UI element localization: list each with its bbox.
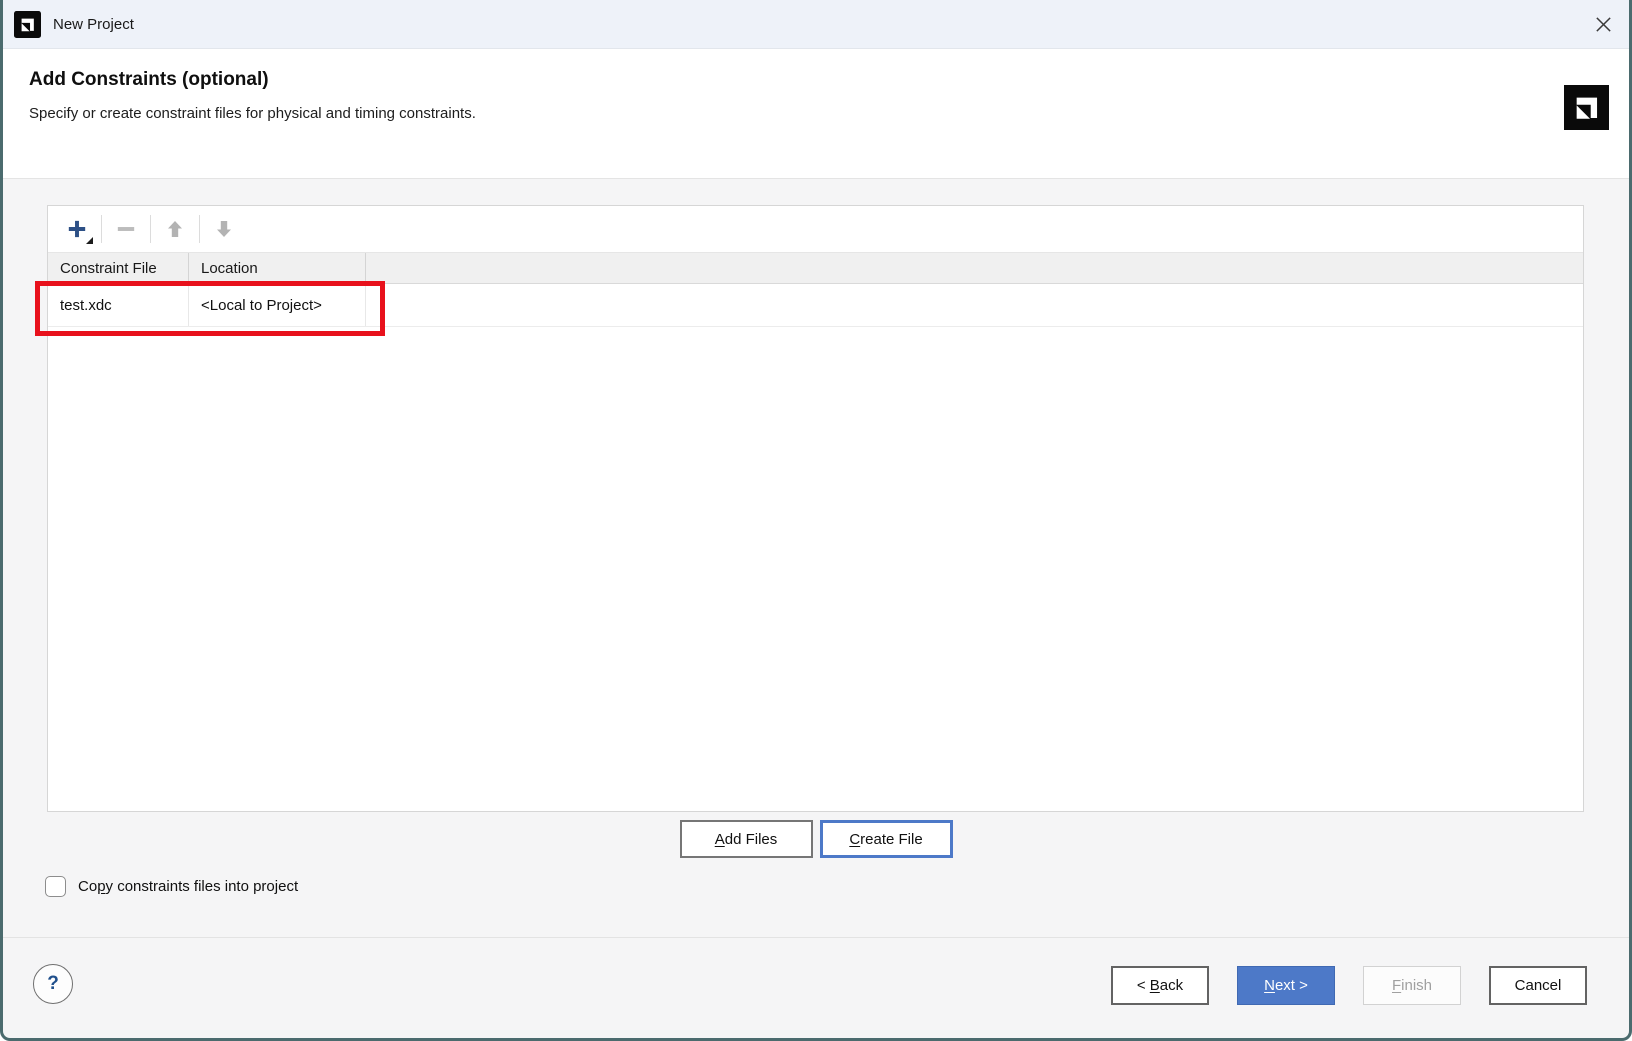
dropdown-caret-icon: [86, 237, 93, 244]
column-header-constraint-file[interactable]: Constraint File: [48, 253, 189, 283]
cell-location: <Local to Project>: [189, 284, 366, 326]
next-button[interactable]: Next >: [1237, 966, 1335, 1005]
remove-constraint-button: [105, 210, 147, 248]
column-header-location[interactable]: Location: [189, 253, 366, 283]
table-header-row: Constraint File Location: [48, 253, 1583, 284]
amd-logo-icon: [1564, 85, 1609, 130]
close-icon[interactable]: [1585, 6, 1621, 42]
window-title: New Project: [53, 16, 134, 33]
help-button[interactable]: ?: [33, 964, 73, 1004]
amd-app-icon: [14, 11, 41, 38]
title-bar: New Project: [3, 0, 1629, 49]
create-file-button[interactable]: Create File: [820, 820, 953, 858]
file-action-buttons: Add Files Create File: [3, 820, 1629, 858]
page-title: Add Constraints (optional): [29, 69, 269, 91]
copy-constraints-label: Copy constraints files into project: [78, 878, 298, 895]
copy-constraints-row: Copy constraints files into project: [45, 876, 298, 897]
add-files-button[interactable]: Add Files: [680, 820, 813, 858]
arrow-down-icon: [213, 218, 235, 240]
toolbar-divider: [150, 215, 151, 243]
finish-button: Finish: [1363, 966, 1461, 1005]
back-button[interactable]: < Back: [1111, 966, 1209, 1005]
cancel-button[interactable]: Cancel: [1489, 966, 1587, 1005]
move-down-button: [203, 210, 245, 248]
wizard-nav-buttons: < Back Next > Finish Cancel: [1111, 966, 1587, 1005]
constraints-panel: Constraint File Location test.xdc <Local…: [47, 205, 1584, 812]
add-constraint-button[interactable]: [56, 210, 98, 248]
cell-constraint-file: test.xdc: [48, 284, 189, 326]
copy-constraints-checkbox[interactable]: [45, 876, 66, 897]
toolbar-divider: [199, 215, 200, 243]
wizard-header: Add Constraints (optional) Specify or cr…: [3, 49, 1629, 179]
page-subtitle: Specify or create constraint files for p…: [29, 105, 476, 122]
arrow-up-icon: [164, 218, 186, 240]
footer-divider: [3, 937, 1629, 938]
move-up-button: [154, 210, 196, 248]
new-project-dialog: New Project Add Constraints (optional) S…: [0, 0, 1632, 1041]
minus-icon: [114, 217, 138, 241]
constraints-toolbar: [48, 206, 1583, 253]
table-row[interactable]: test.xdc <Local to Project>: [48, 284, 1583, 327]
toolbar-divider: [101, 215, 102, 243]
